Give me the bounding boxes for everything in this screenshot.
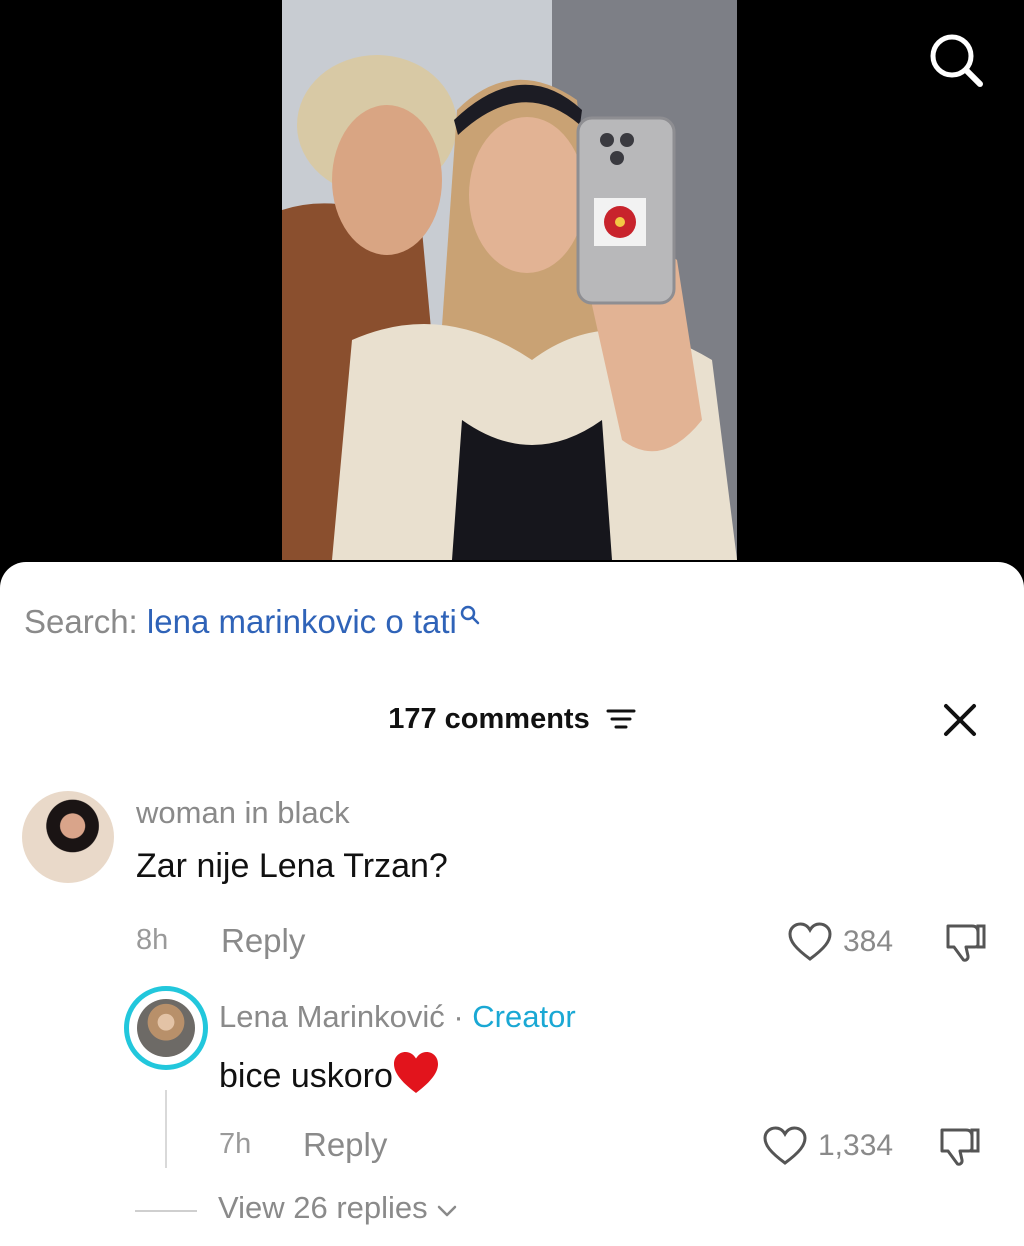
- creator-avatar[interactable]: [124, 986, 208, 1070]
- search-query-link[interactable]: lena marinkovic o tati: [147, 603, 457, 640]
- dislike-icon[interactable]: [942, 922, 988, 964]
- search-mini-icon[interactable]: [459, 604, 481, 626]
- comments-count: 177 comments: [388, 702, 590, 735]
- comments-sheet: Search: lena marinkovic o tati 177 comme…: [0, 562, 1024, 1246]
- divider: [135, 1210, 197, 1212]
- search-prefix: Search:: [24, 603, 138, 640]
- search-icon[interactable]: [924, 28, 988, 92]
- reply-time: 7h: [219, 1128, 252, 1160]
- avatar[interactable]: [22, 791, 114, 883]
- comment-time: 8h: [136, 924, 169, 956]
- separator: ·: [453, 999, 464, 1034]
- avatar: [137, 999, 195, 1057]
- filter-icon[interactable]: [606, 707, 636, 731]
- red-heart-emoji: [393, 1052, 438, 1093]
- thread-line: [165, 1090, 167, 1168]
- video-photo: [282, 0, 737, 560]
- heart-icon[interactable]: [787, 922, 833, 962]
- reply-text-row: bice uskoro: [219, 1051, 439, 1096]
- creator-badge: Creator: [472, 999, 576, 1034]
- comments-header: 177 comments: [0, 702, 1024, 736]
- view-replies-label: View 26 replies: [218, 1190, 428, 1225]
- dislike-icon[interactable]: [936, 1126, 982, 1168]
- video-thumbnail[interactable]: [282, 0, 737, 560]
- reply-username[interactable]: Lena Marinković: [219, 999, 445, 1034]
- reply-username-row: Lena Marinković · Creator: [219, 999, 576, 1035]
- like-count: 384: [843, 925, 894, 958]
- chevron-down-icon: [438, 1205, 457, 1217]
- heart-icon[interactable]: [762, 1126, 808, 1166]
- reply-text: bice uskoro: [219, 1057, 393, 1095]
- search-suggestion[interactable]: Search: lena marinkovic o tati: [24, 602, 481, 642]
- view-replies-button[interactable]: View 26 replies: [218, 1190, 458, 1226]
- close-icon[interactable]: [940, 700, 980, 740]
- like-count: 1,334: [818, 1129, 894, 1162]
- reply-button[interactable]: Reply: [303, 1126, 387, 1164]
- comment-text: Zar nije Lena Trzan?: [136, 847, 448, 885]
- reply-button[interactable]: Reply: [221, 922, 305, 960]
- video-player[interactable]: [0, 0, 1024, 600]
- comment-username[interactable]: woman in black: [136, 795, 350, 831]
